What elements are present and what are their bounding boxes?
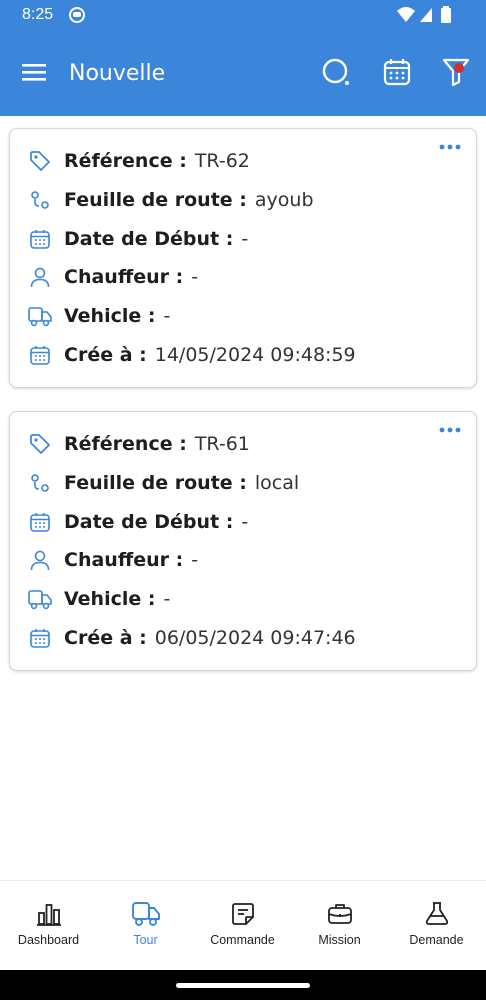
signal-icon xyxy=(418,6,434,29)
vehicle-row: Vehicle : - xyxy=(28,302,170,330)
driver-row: Chauffeur : - xyxy=(28,263,198,291)
start-date-value: - xyxy=(241,511,249,533)
driver-value: - xyxy=(191,549,199,571)
vehicle-value: - xyxy=(163,305,171,327)
route-label: Feuille de route : xyxy=(64,472,247,494)
reference-row: Référence : TR-62 xyxy=(28,147,250,175)
note-icon xyxy=(194,899,291,929)
wifi-icon xyxy=(396,6,416,29)
reference-row: Référence : TR-61 xyxy=(28,430,250,458)
route-row: Feuille de route : ayoub xyxy=(28,186,314,214)
user-icon xyxy=(28,548,52,572)
route-icon xyxy=(28,188,52,212)
calendar-icon[interactable] xyxy=(379,54,415,90)
nav-demande[interactable]: Demande xyxy=(388,899,485,959)
bottom-nav: Dashboard Tour Commande Mission Demande xyxy=(0,880,486,970)
briefcase-icon xyxy=(291,899,388,929)
vehicle-row: Vehicle : - xyxy=(28,585,170,613)
tour-card[interactable]: Référence : TR-62 Feuille de route : ayo… xyxy=(9,128,477,388)
nav-label: Mission xyxy=(318,933,361,947)
driver-row: Chauffeur : - xyxy=(28,546,198,574)
driver-value: - xyxy=(191,266,199,288)
route-value: ayoub xyxy=(254,189,314,211)
route-value: local xyxy=(254,472,300,494)
reference-label: Référence : xyxy=(64,433,187,455)
calendar-icon xyxy=(28,343,52,367)
more-options-icon[interactable] xyxy=(438,422,462,438)
more-options-icon[interactable] xyxy=(438,139,462,155)
page-title: Nouvelle xyxy=(69,61,166,86)
start-date-label: Date de Début : xyxy=(64,511,234,533)
created-label: Crée à : xyxy=(64,344,147,366)
flask-icon xyxy=(388,899,485,929)
truck-icon xyxy=(28,304,52,328)
nav-mission[interactable]: Mission xyxy=(291,899,388,959)
route-row: Feuille de route : local xyxy=(28,469,299,497)
app-bar: 8:25 Nouvelle xyxy=(0,0,486,116)
user-icon xyxy=(28,265,52,289)
tour-card[interactable]: Référence : TR-61 Feuille de route : loc… xyxy=(9,411,477,671)
bar-chart-icon xyxy=(0,899,97,929)
created-row: Crée à : 06/05/2024 09:47:46 xyxy=(28,624,356,652)
nav-tour[interactable]: Tour xyxy=(97,899,194,959)
reference-value: TR-62 xyxy=(194,150,250,172)
start-date-value: - xyxy=(241,228,249,250)
start-date-label: Date de Début : xyxy=(64,228,234,250)
reference-label: Référence : xyxy=(64,150,187,172)
calendar-icon xyxy=(28,626,52,650)
battery-icon xyxy=(440,6,452,29)
filter-icon[interactable] xyxy=(438,54,474,90)
nav-label: Demande xyxy=(409,933,464,947)
reference-value: TR-61 xyxy=(194,433,250,455)
toolbar: Nouvelle xyxy=(0,40,486,106)
status-bar: 8:25 xyxy=(0,0,486,32)
route-icon xyxy=(28,471,52,495)
nav-commande[interactable]: Commande xyxy=(194,899,291,959)
menu-icon[interactable] xyxy=(16,54,52,90)
created-row: Crée à : 14/05/2024 09:48:59 xyxy=(28,341,356,369)
driver-label: Chauffeur : xyxy=(64,549,184,571)
notification-icon xyxy=(68,6,86,29)
nav-label: Dashboard xyxy=(17,933,80,947)
home-handle[interactable] xyxy=(176,983,310,988)
search-icon[interactable] xyxy=(318,54,354,90)
calendar-icon xyxy=(28,510,52,534)
vehicle-label: Vehicle : xyxy=(64,588,156,610)
tag-icon xyxy=(28,432,52,456)
route-label: Feuille de route : xyxy=(64,189,247,211)
calendar-icon xyxy=(28,227,52,251)
truck-icon xyxy=(97,899,194,929)
start-date-row: Date de Début : - xyxy=(28,225,248,253)
created-value: 06/05/2024 09:47:46 xyxy=(154,627,356,649)
truck-icon xyxy=(28,587,52,611)
driver-label: Chauffeur : xyxy=(64,266,184,288)
vehicle-label: Vehicle : xyxy=(64,305,156,327)
tag-icon xyxy=(28,149,52,173)
nav-label: Commande xyxy=(210,933,275,947)
nav-label: Tour xyxy=(133,933,158,947)
created-label: Crée à : xyxy=(64,627,147,649)
vehicle-value: - xyxy=(163,588,171,610)
created-value: 14/05/2024 09:48:59 xyxy=(154,344,356,366)
start-date-row: Date de Début : - xyxy=(28,508,248,536)
nav-dashboard[interactable]: Dashboard xyxy=(0,899,97,959)
system-nav-bar xyxy=(0,970,486,1000)
status-time: 8:25 xyxy=(22,6,54,23)
